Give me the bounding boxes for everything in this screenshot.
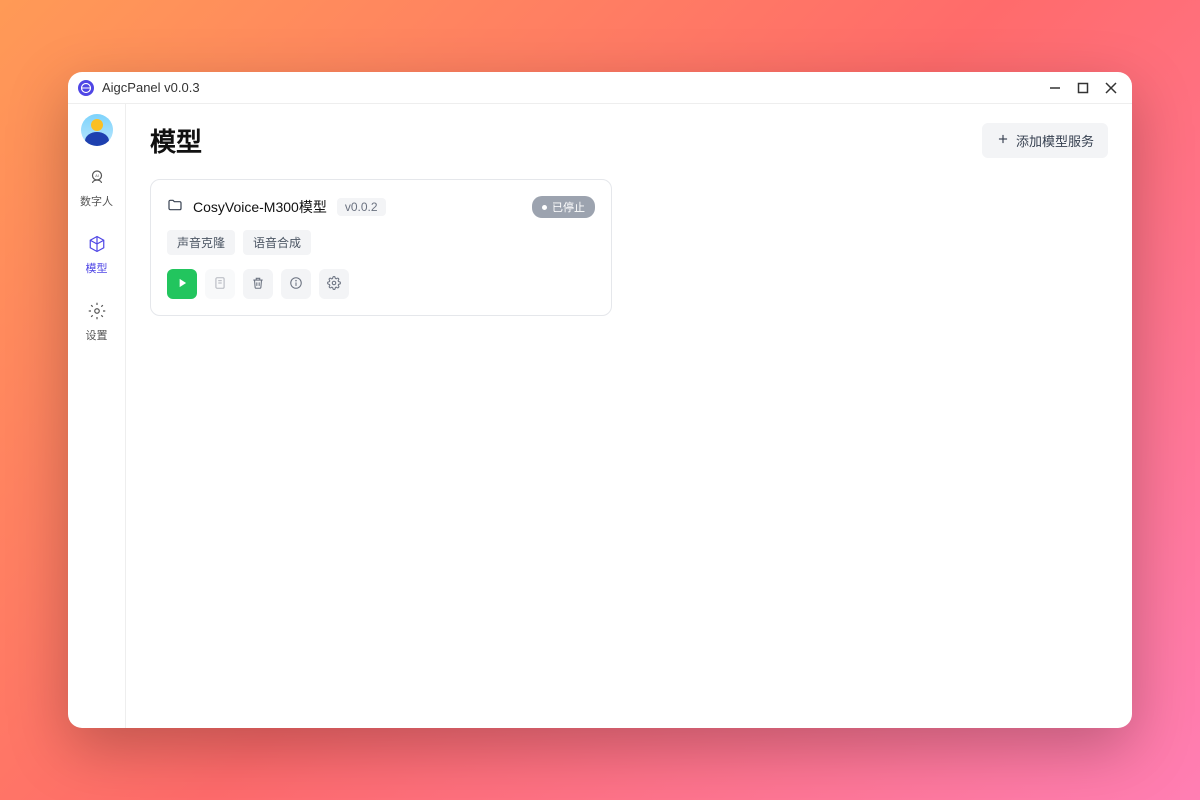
content: AI 数字人 模型 设置 模型 [68,104,1132,728]
delete-button[interactable] [243,269,273,299]
sidebar-item-settings[interactable]: 设置 [68,298,125,347]
card-actions [167,269,595,299]
status-dot-icon [542,205,547,210]
page-title: 模型 [150,122,202,159]
titlebar-controls [1044,77,1122,99]
status-text: 已停止 [552,199,585,215]
card-header: CosyVoice-M300模型 v0.0.2 已停止 [167,196,595,218]
model-card: CosyVoice-M300模型 v0.0.2 已停止 声音克隆 语音合成 [150,179,612,316]
plus-icon [996,132,1010,149]
model-name: CosyVoice-M300模型 [193,197,327,217]
tags: 声音克隆 语音合成 [167,230,595,255]
minimize-button[interactable] [1044,77,1066,99]
info-icon [289,276,303,293]
sidebar-item-label: 设置 [86,327,108,343]
app-logo-icon [78,80,94,96]
tag: 声音克隆 [167,230,235,255]
app-title: AigcPanel v0.0.3 [102,80,200,95]
page-header: 模型 添加模型服务 [150,122,1108,159]
settings-button[interactable] [319,269,349,299]
app-window: AigcPanel v0.0.3 AI 数字人 [68,72,1132,728]
ai-head-icon: AI [88,168,106,189]
file-icon [213,276,227,293]
play-icon [175,276,189,293]
info-button[interactable] [281,269,311,299]
titlebar-left: AigcPanel v0.0.3 [78,80,200,96]
svg-text:AI: AI [95,174,99,178]
sidebar: AI 数字人 模型 设置 [68,104,126,728]
trash-icon [251,276,265,293]
maximize-button[interactable] [1072,77,1094,99]
gear-icon [327,276,341,293]
gear-icon [88,302,106,323]
version-badge: v0.0.2 [337,198,386,216]
start-button[interactable] [167,269,197,299]
sidebar-item-model[interactable]: 模型 [68,231,125,280]
avatar[interactable] [81,114,113,146]
log-button[interactable] [205,269,235,299]
sidebar-item-label: 模型 [86,260,108,276]
folder-icon [167,197,183,218]
sidebar-item-label: 数字人 [80,193,113,209]
close-button[interactable] [1100,77,1122,99]
add-model-button[interactable]: 添加模型服务 [982,123,1108,158]
cube-icon [88,235,106,256]
main-content: 模型 添加模型服务 CosyVoice-M300模型 v0.0.2 [126,104,1132,728]
sidebar-item-digital-human[interactable]: AI 数字人 [68,164,125,213]
titlebar: AigcPanel v0.0.3 [68,72,1132,104]
status-badge: 已停止 [532,196,595,218]
add-button-label: 添加模型服务 [1016,131,1094,150]
tag: 语音合成 [243,230,311,255]
